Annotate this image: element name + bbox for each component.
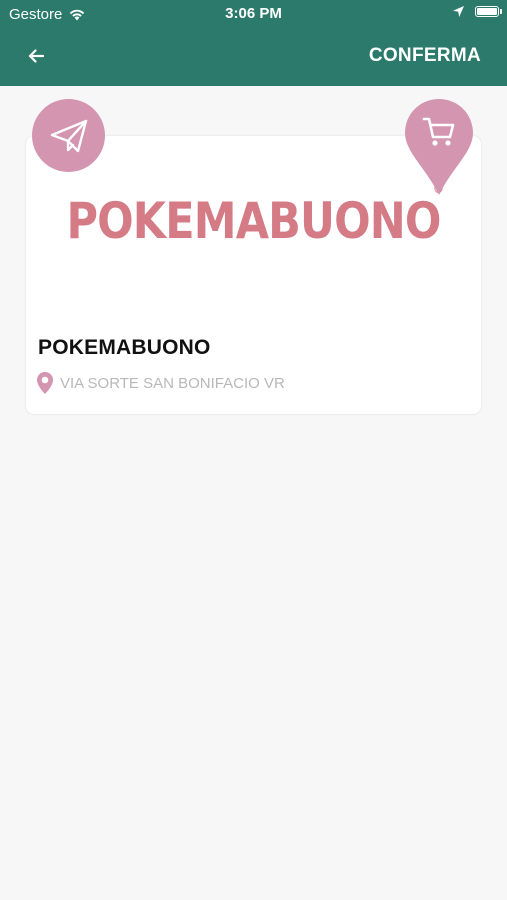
navigation-bar: CONFERMA [0, 28, 507, 86]
status-time: 3:06 PM [225, 5, 282, 22]
logo-wordmark: POKEMABUONO [66, 192, 441, 250]
address-text: VIA SORTE SAN BONIFACIO VR [60, 374, 285, 392]
send-button[interactable] [32, 99, 105, 172]
cart-pin-button[interactable] [404, 98, 474, 196]
confirm-button[interactable]: CONFERMA [369, 45, 481, 67]
battery-icon [475, 6, 502, 17]
paper-plane-icon [50, 119, 87, 152]
store-address: VIA SORTE SAN BONIFACIO VR [36, 371, 285, 395]
back-arrow-icon [28, 49, 45, 63]
shopping-cart-icon [422, 117, 455, 146]
store-logo-text: POKEMABUONO® [66, 182, 444, 250]
status-right [452, 5, 502, 18]
map-pin-icon [37, 372, 53, 394]
location-arrow-icon [453, 6, 464, 17]
store-name: POKEMABUONO [38, 336, 211, 359]
status-bar: Gestore 3:06 PM [0, 0, 507, 28]
back-button[interactable] [22, 42, 50, 70]
